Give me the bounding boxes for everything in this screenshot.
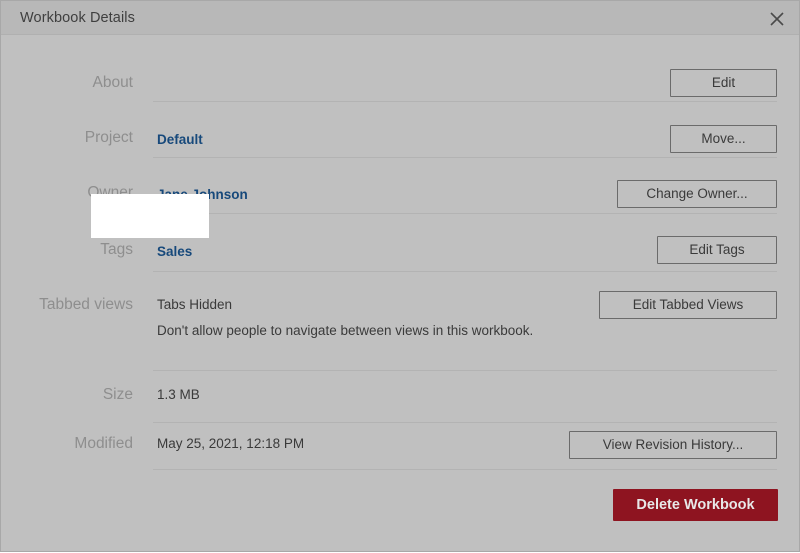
delete-workbook-button[interactable]: Delete Workbook: [613, 489, 778, 521]
change-owner-button[interactable]: Change Owner...: [617, 180, 777, 208]
size-value: 1.3 MB: [157, 387, 200, 402]
workbook-details-dialog: Workbook Details About Edit Project Defa…: [0, 0, 800, 552]
tabbed-views-value: Tabs Hidden: [157, 297, 233, 312]
tabbed-views-description: Don't allow people to navigate between v…: [157, 323, 534, 338]
dialog-title: Workbook Details: [20, 10, 135, 26]
move-button[interactable]: Move...: [670, 125, 777, 153]
edit-button[interactable]: Edit: [670, 69, 777, 97]
project-link[interactable]: Default: [157, 132, 203, 147]
details-rows: About Edit Project Default Move... Owner…: [1, 36, 799, 551]
edit-tabbed-views-button[interactable]: Edit Tabbed Views: [599, 291, 777, 319]
row-modified: Modified May 25, 2021, 12:18 PM View Rev…: [1, 422, 799, 470]
row-divider: [153, 271, 777, 272]
tag-link-sales[interactable]: Sales: [157, 244, 192, 259]
row-label-modified: Modified: [74, 435, 133, 452]
modified-value: May 25, 2021, 12:18 PM: [157, 436, 305, 451]
row-size: Size 1.3 MB: [1, 370, 799, 423]
close-icon[interactable]: [764, 6, 790, 32]
edit-tags-button[interactable]: Edit Tags: [657, 236, 777, 264]
row-tabbed-views: Tabbed views Tabs Hidden Don't allow peo…: [1, 271, 799, 371]
row-label-tags: Tags: [100, 241, 133, 258]
row-about: About Edit: [1, 36, 799, 102]
row-label-tabbed-views: Tabbed views: [39, 296, 133, 313]
row-tags: Tags Sales Edit Tags: [1, 213, 799, 272]
row-label-about: About: [92, 74, 133, 91]
dialog-titlebar: Workbook Details: [1, 1, 799, 35]
view-revision-history-button[interactable]: View Revision History...: [569, 431, 777, 459]
row-label-project: Project: [84, 129, 133, 146]
row-label-size: Size: [102, 386, 133, 403]
row-project: Project Default Move...: [1, 102, 799, 158]
dialog-footer: Delete Workbook: [1, 469, 799, 553]
